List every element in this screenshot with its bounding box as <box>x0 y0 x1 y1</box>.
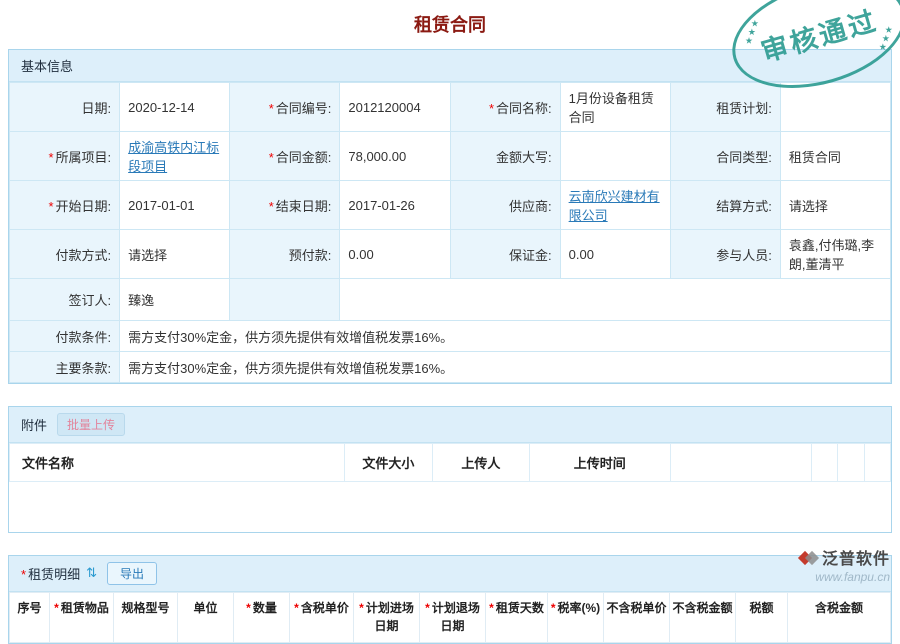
value-prepayment: 0.00 <box>340 230 450 279</box>
label-contract-amount: *合同金额: <box>230 132 340 181</box>
attachments-table: 文件名称 文件大小 上传人 上传时间 <box>9 443 891 532</box>
label-start-date: *开始日期: <box>10 181 120 230</box>
required-asterisk: * <box>425 601 430 615</box>
required-asterisk: * <box>294 601 299 615</box>
value-amount-in-words <box>560 132 670 181</box>
value-contract-amount: 78,000.00 <box>340 132 450 181</box>
value-payment-terms: 需方支付30%定金，供方须先提供有效增值税发票16%。 <box>120 321 891 352</box>
label-supplier: 供应商: <box>450 181 560 230</box>
batch-upload-button[interactable]: 批量上传 <box>57 413 125 436</box>
value-contract-name: 1月份设备租赁合同 <box>560 83 670 132</box>
required-asterisk: * <box>359 601 364 615</box>
label-participants: 参与人员: <box>670 230 780 279</box>
empty-value-cell <box>340 279 891 321</box>
empty-label-cell <box>230 279 340 321</box>
settlement-method-select[interactable]: 请选择 <box>780 181 890 230</box>
label-contract-type: 合同类型: <box>670 132 780 181</box>
value-lease-plan <box>780 83 890 132</box>
value-participants: 袁鑫,付伟璐,李朗,董清平 <box>780 230 890 279</box>
lease-details-title: *租赁明细 <box>21 564 80 583</box>
value-signer: 臻逸 <box>120 279 230 321</box>
value-project: 成渝高铁内江标段项目 <box>120 132 230 181</box>
value-start-date: 2017-01-01 <box>120 181 230 230</box>
payment-method-select[interactable]: 请选择 <box>120 230 230 279</box>
required-asterisk: * <box>48 150 53 165</box>
label-lease-plan: 租赁计划: <box>670 83 780 132</box>
attach-col-empty <box>838 444 864 482</box>
value-date: 2020-12-14 <box>120 83 230 132</box>
value-contract-type: 租赁合同 <box>780 132 890 181</box>
label-contract-no: *合同编号: <box>230 83 340 132</box>
attach-col-file-size: 文件大小 <box>344 444 432 482</box>
required-asterisk: * <box>551 601 556 615</box>
attach-col-upload-time: 上传时间 <box>529 444 670 482</box>
attach-col-empty <box>811 444 837 482</box>
basic-info-section: 基本信息 日期: 2020-12-14 *合同编号: 2012120004 *合… <box>8 49 892 384</box>
label-settlement-method: 结算方式: <box>670 181 780 230</box>
attach-col-uploader: 上传人 <box>432 444 529 482</box>
label-main-clauses: 主要条款: <box>10 352 120 383</box>
basic-info-header-bar: 基本信息 <box>9 50 891 82</box>
value-contract-no: 2012120004 <box>340 83 450 132</box>
attach-col-empty <box>670 444 811 482</box>
required-asterisk: * <box>21 567 26 582</box>
page-title: 租赁合同 <box>0 0 900 49</box>
value-end-date: 2017-01-26 <box>340 181 450 230</box>
required-asterisk: * <box>246 601 251 615</box>
label-signer: 签订人: <box>10 279 120 321</box>
basic-info-table: 日期: 2020-12-14 *合同编号: 2012120004 *合同名称: … <box>9 82 891 383</box>
required-asterisk: * <box>54 601 59 615</box>
value-supplier: 云南欣兴建材有限公司 <box>560 181 670 230</box>
label-payment-method: 付款方式: <box>10 230 120 279</box>
lease-details-section: *租赁明细 ⇅ 导出 序号 *租赁物品 规格型号 单位 *数量 *含税单价 *计… <box>8 555 892 644</box>
value-main-clauses: 需方支付30%定金，供方须先提供有效增值税发票16%。 <box>120 352 891 383</box>
basic-info-title: 基本信息 <box>21 56 73 75</box>
label-amount-in-words: 金额大写: <box>450 132 560 181</box>
attachments-header-bar: 附件 批量上传 <box>9 407 891 443</box>
attachments-section: 附件 批量上传 文件名称 文件大小 上传人 上传时间 <box>8 406 892 533</box>
label-end-date: *结束日期: <box>230 181 340 230</box>
value-deposit: 0.00 <box>560 230 670 279</box>
required-asterisk: * <box>269 101 274 116</box>
label-contract-name: *合同名称: <box>450 83 560 132</box>
attachments-title: 附件 <box>21 415 47 434</box>
label-project: *所属项目: <box>10 132 120 181</box>
attach-col-empty <box>864 444 890 482</box>
required-asterisk: * <box>489 101 494 116</box>
required-asterisk: * <box>269 199 274 214</box>
required-asterisk: * <box>48 199 53 214</box>
attachments-empty-area <box>10 482 891 532</box>
lease-details-header-bar: *租赁明细 ⇅ 导出 <box>9 556 891 592</box>
export-button[interactable]: 导出 <box>107 562 157 585</box>
attach-col-file-name: 文件名称 <box>10 444 345 482</box>
supplier-link[interactable]: 云南欣兴建材有限公司 <box>569 189 660 223</box>
label-date: 日期: <box>10 83 120 132</box>
label-payment-terms: 付款条件: <box>10 321 120 352</box>
project-link[interactable]: 成渝高铁内江标段项目 <box>128 140 219 174</box>
label-prepayment: 预付款: <box>230 230 340 279</box>
sort-icon[interactable]: ⇅ <box>86 565 97 581</box>
required-asterisk: * <box>489 601 494 615</box>
label-deposit: 保证金: <box>450 230 560 279</box>
lease-details-table: 序号 *租赁物品 规格型号 单位 *数量 *含税单价 *计划进场日期 *计划退场… <box>9 592 891 643</box>
required-asterisk: * <box>269 150 274 165</box>
